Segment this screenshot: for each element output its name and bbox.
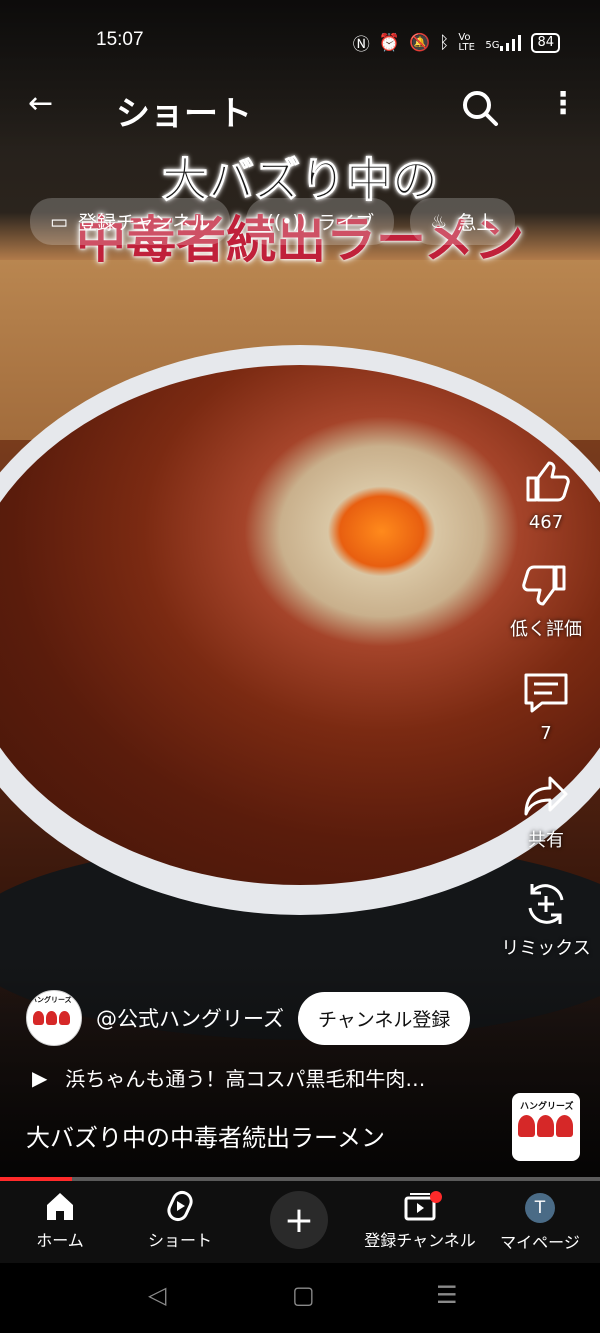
alarm-icon: ⏰	[378, 32, 400, 53]
share-button[interactable]: 共有	[498, 772, 594, 852]
trending-icon: ♨	[430, 210, 448, 233]
nfc-icon: Ⓝ	[352, 35, 370, 55]
comments-button[interactable]: 7	[498, 669, 594, 744]
nav-home[interactable]: ホーム	[0, 1189, 120, 1251]
plus-icon: +	[283, 1199, 315, 1241]
dislike-button[interactable]: 低く評価	[498, 561, 594, 641]
feed-chips: ▭ 登録チャンネル ((•)) ライブ ♨ 急上	[30, 198, 516, 245]
like-button[interactable]: 467	[498, 458, 594, 533]
thumbs-down-icon	[522, 565, 566, 606]
sound-thumbnail[interactable]: ハングリーズ	[512, 1093, 580, 1161]
create-button[interactable]: +	[270, 1191, 328, 1249]
system-nav-bar: ◁ ▢ ☰	[0, 1263, 600, 1333]
channel-row: ハングリーズ @公式ハングリーズ チャンネル登録	[26, 990, 471, 1046]
page-title: ショート	[116, 94, 252, 134]
nav-subscriptions[interactable]: 登録チャンネル	[360, 1189, 480, 1251]
chip-label: 登録チャンネル	[77, 212, 211, 234]
search-icon[interactable]	[460, 88, 500, 128]
dislike-label: 低く評価	[510, 619, 582, 640]
live-icon: ((•))	[266, 210, 308, 233]
notification-dot	[430, 1191, 442, 1203]
nav-you[interactable]: T マイページ	[480, 1189, 600, 1253]
channel-logo-art	[33, 1011, 70, 1025]
nav-subscriptions-label: 登録チャンネル	[364, 1231, 476, 1250]
status-time: 15:07	[96, 29, 144, 50]
remix-label: リミックス	[501, 938, 591, 959]
home-icon	[47, 1193, 73, 1220]
subscribe-button[interactable]: チャンネル登録	[297, 991, 471, 1045]
share-label: 共有	[528, 830, 564, 851]
thumbs-up-icon	[526, 461, 570, 502]
comment-count: 7	[540, 723, 552, 744]
video-title[interactable]: 大バズり中の中毒者続出ラーメン	[26, 1118, 385, 1153]
chip-trending[interactable]: ♨ 急上	[410, 198, 516, 245]
channel-logo-text: ハングリーズ	[30, 996, 72, 1004]
mute-icon: 🔕	[408, 32, 431, 53]
like-count: 467	[528, 512, 564, 533]
nav-you-label: マイページ	[500, 1233, 580, 1252]
system-recents-icon[interactable]: ☰	[436, 1281, 458, 1309]
channel-name[interactable]: @公式ハングリーズ	[96, 1003, 284, 1033]
status-bar: 15:07 Ⓝ ⏰ 🔕 ᛒ Vo LTE 5G 84	[0, 22, 600, 58]
thumbnail-logo-art	[518, 1115, 573, 1137]
network-type: 5G	[485, 39, 500, 51]
user-avatar: T	[525, 1193, 555, 1223]
shorts-icon	[167, 1190, 193, 1222]
description-row[interactable]: ▶ 浜ちゃんも通う！高コスパ黒毛和牛肉…	[32, 1063, 425, 1092]
chip-label: 急上	[457, 212, 496, 234]
chip-label: ライブ	[317, 212, 375, 234]
nav-shorts-label: ショート	[147, 1231, 212, 1250]
volte-icon: Vo LTE	[458, 31, 475, 53]
chip-live[interactable]: ((•)) ライブ	[246, 198, 395, 245]
nav-home-label: ホーム	[36, 1231, 84, 1250]
nav-shorts[interactable]: ショート	[120, 1189, 240, 1251]
thumbnail-logo-text: ハングリーズ	[520, 1102, 574, 1112]
share-icon	[524, 776, 568, 816]
remix-button[interactable]: リミックス	[498, 880, 594, 960]
channel-avatar[interactable]: ハングリーズ	[26, 990, 82, 1046]
system-back-icon[interactable]: ◁	[148, 1281, 166, 1309]
more-options-icon[interactable]: ⋮	[548, 86, 578, 121]
status-icons: Ⓝ ⏰ 🔕 ᛒ Vo LTE 5G 84	[353, 30, 560, 55]
bluetooth-icon: ᛒ	[439, 32, 450, 53]
chip-subscriptions[interactable]: ▭ 登録チャンネル	[30, 198, 231, 245]
battery-indicator: 84	[531, 32, 560, 53]
back-arrow-icon[interactable]: ←	[28, 86, 53, 121]
bottom-nav: ホーム ショート + 登録チャンネル T マイページ	[0, 1181, 600, 1263]
action-rail: 467 低く評価 7 共有 リミックス	[498, 458, 594, 988]
comment-icon	[524, 673, 568, 713]
subscriptions-icon: ▭	[50, 210, 68, 233]
remix-icon	[528, 884, 564, 924]
app-bar: ← ショート ⋮	[0, 78, 600, 138]
play-icon: ▶	[32, 1065, 48, 1090]
description-text: 浜ちゃんも通う！高コスパ黒毛和牛肉…	[65, 1067, 426, 1091]
subscriptions-icon-wrap	[360, 1189, 480, 1223]
system-home-icon[interactable]: ▢	[292, 1281, 315, 1309]
signal-5g-icon: 5G	[485, 34, 522, 51]
